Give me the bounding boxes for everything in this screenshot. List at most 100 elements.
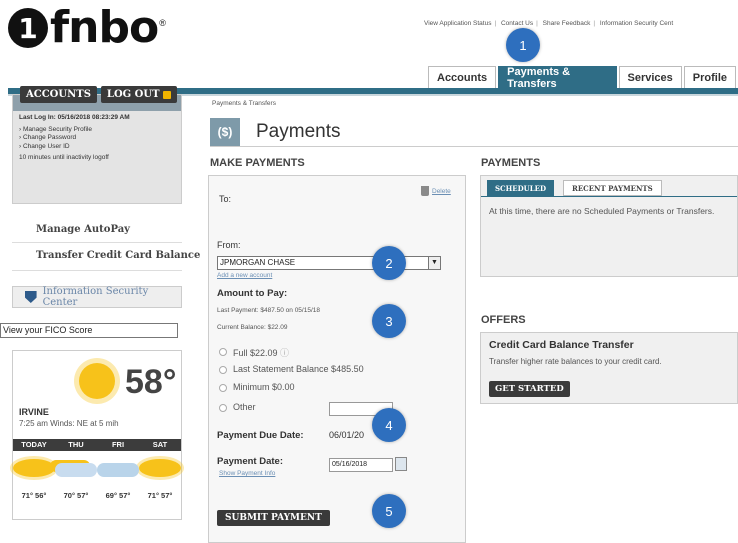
sun-icon — [139, 459, 181, 477]
title-divider — [210, 146, 738, 147]
logo-mark: 1 — [8, 8, 48, 48]
fico-score-link[interactable]: View your FICO Score — [0, 323, 178, 338]
contact-us-link[interactable]: Contact Us — [501, 20, 533, 27]
share-feedback-link[interactable]: Share Feedback — [543, 20, 591, 27]
forecast-icons — [13, 455, 181, 477]
radio-other[interactable] — [219, 404, 227, 412]
callout-marker: 1 — [506, 28, 540, 62]
calendar-icon[interactable] — [395, 457, 407, 471]
forecast-day: FRI — [111, 440, 125, 449]
forecast-temps: 71° 56° 70° 57° 69° 57° 71° 57° — [13, 491, 181, 500]
security-center-link[interactable]: Information Security Center — [12, 286, 182, 308]
fnbo-logo[interactable]: 1 fnbo ® — [8, 2, 166, 53]
tab-accounts[interactable]: Accounts — [428, 66, 497, 88]
accounts-button[interactable]: ACCOUNTS — [20, 86, 97, 103]
top-links: View Application Status | Contact Us | Sha… — [424, 20, 674, 27]
logo-registered: ® — [159, 18, 166, 28]
rain-cloud-icon — [97, 463, 139, 477]
submit-payment-button[interactable]: SUBMIT PAYMENT — [217, 510, 330, 526]
offers-header: OFFERS — [481, 314, 526, 326]
delete-link[interactable]: Delete — [432, 188, 451, 195]
due-date-value: 06/01/20 — [329, 430, 365, 440]
tab-scheduled[interactable]: SCHEDULED — [487, 180, 555, 196]
due-date-label: Payment Due Date: — [217, 430, 304, 441]
forecast-temp: 71° 56° — [21, 491, 47, 500]
payment-date-label: Payment Date: — [217, 456, 283, 467]
tab-services[interactable]: Services — [618, 66, 682, 88]
weather-city: IRVINE — [19, 407, 49, 417]
transfer-credit-card-link[interactable]: Transfer Credit Card Balance — [36, 250, 200, 261]
tab-recent-payments[interactable]: RECENT PAYMENTS — [563, 180, 662, 196]
forecast-temp: 70° 57° — [63, 491, 89, 500]
scheduled-message: At this time, there are no Scheduled Pay… — [489, 206, 715, 216]
sun-icon — [79, 363, 115, 399]
radio-minimum[interactable] — [219, 384, 227, 392]
logo-text: fnbo — [50, 2, 159, 53]
payment-form: To: Delete From: JPMORGAN CHASE ▼ Add a … — [208, 175, 466, 543]
information-security-link[interactable]: Information Security Cent — [600, 20, 673, 27]
callout-marker: 5 — [372, 494, 406, 528]
tab-divider — [481, 196, 737, 197]
lock-icon — [162, 90, 171, 99]
login-details: Last Log In: 05/16/2018 08:23:29 AM › Ma… — [13, 111, 181, 166]
current-balance-text: Current Balance: $22.09 — [217, 324, 288, 331]
weather-widget: 58° IRVINE 7:25 am Winds: NE at 5 mih TO… — [12, 350, 182, 520]
manage-autopay-link[interactable]: Manage AutoPay — [36, 224, 130, 235]
change-password-link[interactable]: › Change Password — [19, 134, 175, 143]
option-last-statement-label: Last Statement Balance $485.50 — [233, 364, 364, 374]
view-application-status-link[interactable]: View Application Status — [424, 20, 491, 27]
inactivity-notice: 10 minutes until inactivity logoff — [19, 154, 109, 161]
forecast-day: SAT — [152, 440, 168, 449]
manage-security-profile-link[interactable]: › Manage Security Profile — [19, 126, 175, 135]
show-payment-info-link[interactable]: Show Payment Info — [219, 470, 275, 477]
from-label: From: — [217, 240, 241, 250]
offer-text: Transfer higher rate balances to your cr… — [489, 357, 662, 366]
forecast-days: TODAY THU FRI SAT — [13, 439, 181, 451]
payments-panel: SCHEDULED RECENT PAYMENTS At this time, … — [480, 175, 738, 277]
login-buttons: ACCOUNTS LOG OUT — [20, 86, 181, 103]
sidebar-divider — [12, 270, 182, 271]
payment-date-input[interactable]: 05/16/2018 — [329, 458, 393, 472]
option-minimum-label: Minimum $0.00 — [233, 382, 295, 392]
sun-icon — [13, 459, 55, 477]
offer-card: Credit Card Balance Transfer Transfer hi… — [480, 332, 738, 404]
add-account-link[interactable]: Add a new account — [217, 272, 272, 279]
weather-detail: 7:25 am Winds: NE at 5 mih — [19, 419, 119, 428]
from-account-value: JPMORGAN CHASE — [220, 258, 296, 267]
get-started-button[interactable]: GET STARTED — [489, 381, 570, 397]
change-user-id-link[interactable]: › Change User ID — [19, 143, 175, 152]
last-login-text: Last Log In: 05/16/2018 08:23:29 AM — [19, 114, 130, 121]
tab-payments-transfers[interactable]: Payments & Transfers — [498, 66, 617, 90]
page-title: Payments — [256, 121, 341, 142]
chevron-down-icon[interactable]: ▼ — [428, 257, 440, 269]
main-nav-tabs: Accounts Payments & Transfers Services P… — [428, 66, 738, 90]
callout-marker: 2 — [372, 246, 406, 280]
forecast-temp: 69° 57° — [105, 491, 131, 500]
current-temp: 58° — [125, 363, 177, 401]
payments-header: PAYMENTS — [481, 157, 541, 169]
make-payments-header: MAKE PAYMENTS — [210, 157, 305, 169]
amount-to-pay-label: Amount to Pay: — [217, 288, 288, 299]
from-account-select[interactable]: JPMORGAN CHASE ▼ — [217, 256, 441, 270]
radio-last-statement[interactable] — [219, 366, 227, 374]
breadcrumb[interactable]: Payments & Transfers — [212, 100, 276, 107]
offer-title: Credit Card Balance Transfer — [489, 339, 634, 351]
dollar-icon: ($) — [210, 118, 240, 146]
forecast-temp: 71° 57° — [147, 491, 173, 500]
option-other-label: Other — [233, 402, 256, 412]
login-info-box: Last Log In: 05/16/2018 08:23:29 AM › Ma… — [12, 94, 182, 204]
callout-marker: 4 — [372, 408, 406, 442]
shield-icon — [25, 291, 37, 303]
radio-full[interactable] — [219, 348, 227, 356]
option-full-label: Full $22.09 ⓘ — [233, 348, 290, 358]
to-label: To: — [219, 194, 232, 204]
tab-profile[interactable]: Profile — [683, 66, 736, 88]
forecast-day: THU — [68, 440, 84, 449]
sidebar-divider — [12, 242, 182, 243]
help-icon[interactable]: ⓘ — [280, 348, 289, 358]
partly-cloudy-icon — [55, 463, 97, 477]
security-center-label: Information Security Center — [42, 286, 149, 308]
forecast-day: TODAY — [21, 440, 47, 449]
trash-icon[interactable] — [421, 186, 429, 196]
logout-button[interactable]: LOG OUT — [100, 86, 177, 103]
